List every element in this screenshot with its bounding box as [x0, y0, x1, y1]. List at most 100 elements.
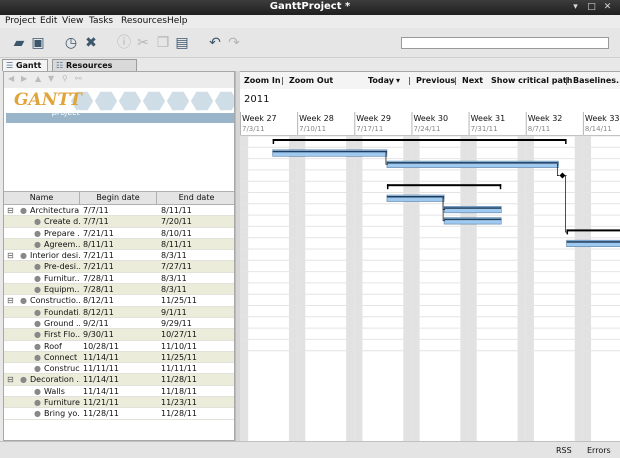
- task-name: Equipm...: [44, 285, 80, 295]
- maximize-button[interactable]: □: [586, 2, 597, 13]
- task-name: Prepare ...: [44, 228, 80, 238]
- undo-icon[interactable]: ↶: [207, 35, 223, 51]
- menu-view[interactable]: View: [62, 16, 83, 26]
- week-label: Week 27: [242, 114, 277, 123]
- task-row[interactable]: ●Connect ...11/14/11 11/25/11: [4, 351, 234, 364]
- task-end-date: 11/11/11: [161, 364, 197, 374]
- task-bullet-icon: ●: [20, 251, 27, 261]
- task-end-date: 8/11/11: [161, 239, 192, 249]
- task-bar: [443, 206, 502, 214]
- outdent-icon[interactable]: ◀: [8, 74, 14, 83]
- task-bullet-icon: ●: [34, 364, 41, 374]
- task-progress-line: [444, 207, 502, 209]
- redo-icon[interactable]: ↷: [226, 35, 242, 51]
- task-row[interactable]: ● Roof 10/28/11 11/10/11: [4, 341, 234, 352]
- task-begin-date: 11/21/11: [83, 398, 119, 408]
- clock-icon[interactable]: ◷: [63, 35, 79, 51]
- task-end-date: 11/18/11: [161, 386, 197, 396]
- column-end-date[interactable]: End date: [157, 192, 234, 204]
- errors-link[interactable]: Errors: [587, 446, 611, 455]
- today-button[interactable]: Today: [368, 76, 394, 85]
- delete-icon[interactable]: ✖: [83, 35, 99, 51]
- tab-gantt[interactable]: ☰ Gantt: [2, 59, 48, 71]
- link-icon[interactable]: ⚲: [62, 74, 68, 83]
- task-row[interactable]: ● First Flo... 9/30/11 10/27/11: [4, 329, 234, 341]
- menu-tasks[interactable]: Tasks: [89, 16, 113, 26]
- paste-icon[interactable]: ▤: [174, 35, 190, 51]
- next-button[interactable]: Next: [462, 76, 483, 85]
- menu-edit[interactable]: Edit: [40, 16, 57, 26]
- menu-help[interactable]: Help: [167, 16, 188, 26]
- zoom-out-button[interactable]: Zoom Out: [289, 76, 333, 85]
- minimize-button[interactable]: ▾: [570, 2, 581, 13]
- week-start-date: 8/14/11: [585, 125, 612, 133]
- task-tree-panel: ◀ ▶ ▲ ▼ ⚲ ⚯ GANTT project Name Begin dat…: [3, 71, 235, 441]
- task-row[interactable]: ● Ground ... 9/2/11 9/29/11: [4, 318, 234, 330]
- move-up-icon[interactable]: ▲: [35, 74, 41, 83]
- task-end-date: 8/3/11: [161, 273, 187, 283]
- task-begin-date: 7/21/11: [83, 262, 114, 272]
- chevron-down-icon[interactable]: ▾: [396, 76, 400, 85]
- task-row-summary[interactable]: ⊟ ●Interior desi...7/21/11 8/3/11: [4, 250, 234, 262]
- task-row[interactable]: ●Bring yo...11/28/1111/28/11: [4, 408, 234, 420]
- task-row[interactable]: ● Walls 11/14/11 11/18/11: [4, 386, 234, 398]
- critical-path-button[interactable]: Show critical path: [491, 76, 572, 85]
- view-tabs: ☰ Gantt ☷ Resources Chart: [0, 58, 620, 81]
- task-row[interactable]: ● Pre-desi... 7/21/11 7/27/11: [4, 261, 234, 273]
- rss-link[interactable]: RSS: [556, 446, 572, 455]
- task-row[interactable]: ●Create d...7/7/11 7/20/11: [4, 216, 234, 228]
- weekend-column: [346, 112, 355, 441]
- logo-subtext: project: [52, 108, 80, 117]
- column-begin-date[interactable]: Begin date: [80, 192, 157, 204]
- collapse-toggle-icon[interactable]: ⊟: [7, 205, 14, 216]
- task-row[interactable]: ● Agreem... 8/11/11 8/11/11: [4, 238, 234, 251]
- task-row[interactable]: ●Construc...11/11/1111/11/11: [4, 363, 234, 375]
- task-bar: [443, 217, 502, 225]
- menu-project[interactable]: Project: [5, 16, 36, 26]
- zoom-in-button[interactable]: Zoom In: [244, 76, 281, 85]
- week-label: Week 32: [528, 114, 563, 123]
- move-down-icon[interactable]: ▼: [48, 74, 54, 83]
- task-row[interactable]: ● Furnitur... 7/28/11 8/3/11: [4, 273, 234, 285]
- collapse-toggle-icon[interactable]: ⊟: [7, 295, 14, 306]
- menu-resources[interactable]: Resources: [121, 16, 167, 26]
- task-bullet-icon: ●: [34, 285, 41, 295]
- task-row[interactable]: ●Prepare ...7/21/11 8/10/11: [4, 228, 234, 239]
- collapse-toggle-icon[interactable]: ⊟: [7, 374, 14, 385]
- info-icon[interactable]: ⓘ: [116, 35, 132, 51]
- cut-icon[interactable]: ✂: [135, 35, 151, 51]
- week-start-date: 7/17/11: [356, 125, 383, 133]
- gantt-timeline-canvas[interactable]: Week 27 7/3/11 Week 28 7/10/11 Week 29 7/17/1…: [240, 112, 620, 441]
- collapse-toggle-icon[interactable]: ⊟: [7, 250, 14, 261]
- search-input[interactable]: [401, 37, 609, 49]
- copy-icon[interactable]: ❐: [155, 35, 171, 51]
- task-row[interactable]: ● Furniture 11/21/11 11/23/11: [4, 397, 234, 409]
- resources-tab-icon: ☷: [56, 61, 66, 70]
- task-begin-date: 10/28/11: [83, 341, 119, 351]
- indent-icon[interactable]: ▶: [21, 74, 27, 83]
- previous-button[interactable]: Previous: [416, 76, 455, 85]
- chart-navigation-bar: Zoom In | Zoom Out Today ▾ | Previous | …: [240, 72, 620, 89]
- baselines-button[interactable]: Baselines...: [573, 76, 620, 85]
- task-bullet-icon: ●: [20, 375, 27, 385]
- task-name: Furnitur...: [44, 273, 80, 283]
- close-button[interactable]: ✕: [602, 2, 613, 13]
- unlink-icon[interactable]: ⚯: [75, 74, 82, 83]
- task-end-date: 11/28/11: [161, 409, 197, 419]
- task-end-date: 9/29/11: [161, 318, 192, 328]
- task-row-summary[interactable]: ⊟ ● Decoration ... 11/14/11 11/28/11: [4, 374, 234, 386]
- task-bullet-icon: ●: [34, 409, 41, 419]
- column-name[interactable]: Name: [4, 192, 80, 204]
- task-name: Ground ...: [44, 318, 80, 328]
- logo-wordmark: GANTT: [14, 90, 82, 110]
- task-bullet-icon: ●: [34, 386, 41, 396]
- task-row[interactable]: ●Foundati...8/12/11 9/1/11: [4, 306, 234, 318]
- tab-resources-chart[interactable]: ☷ Resources Chart: [52, 59, 137, 81]
- save-icon[interactable]: ▣: [30, 35, 46, 51]
- open-folder-icon[interactable]: ▰: [11, 35, 27, 51]
- task-row[interactable]: ● Equipm... 7/28/11 8/3/11: [4, 284, 234, 296]
- task-row-summary[interactable]: ⊟ ●Architectura...7/7/11 8/11/11: [4, 205, 234, 217]
- summary-bar: [566, 229, 620, 232]
- task-row-summary[interactable]: ⊟ ● Constructio... 8/12/11 11/25/11: [4, 295, 234, 307]
- task-end-date: 11/25/11: [161, 296, 197, 306]
